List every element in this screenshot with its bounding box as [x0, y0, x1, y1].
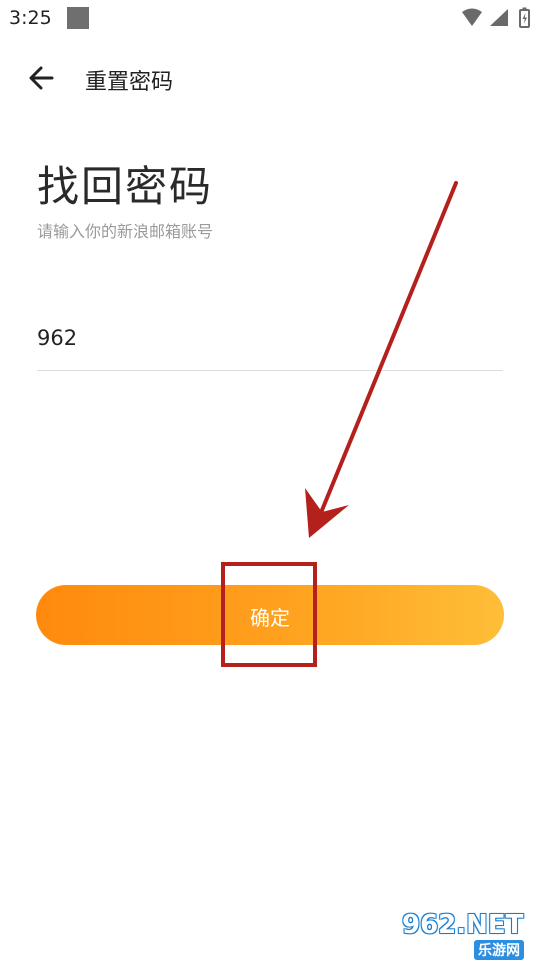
- annotation-arrowhead: [305, 488, 349, 538]
- notification-icon: [67, 7, 89, 29]
- app-bar: 重置密码: [0, 44, 540, 112]
- subtitle: 请输入你的新浪邮箱账号: [37, 222, 214, 241]
- status-bar: 3:25: [0, 0, 540, 36]
- arrow-left-icon: [29, 66, 54, 90]
- back-button[interactable]: [24, 60, 60, 96]
- status-icons: [462, 7, 530, 28]
- watermark-site: 乐游网: [474, 940, 524, 960]
- heading: 找回密码: [37, 162, 214, 211]
- wifi-icon: [462, 8, 482, 26]
- email-input[interactable]: [37, 318, 503, 358]
- status-time: 3:25: [9, 7, 52, 29]
- annotation-overlay: [305, 181, 458, 538]
- page-title: 重置密码: [85, 70, 174, 95]
- watermark: 962.NET 乐游网: [400, 910, 534, 960]
- email-field-wrapper: [37, 310, 503, 371]
- watermark-logo: 962.NET: [402, 910, 524, 940]
- annotation-highlight-box: [221, 562, 317, 667]
- cellular-signal-icon: [490, 9, 508, 26]
- battery-charging-icon: [519, 7, 530, 28]
